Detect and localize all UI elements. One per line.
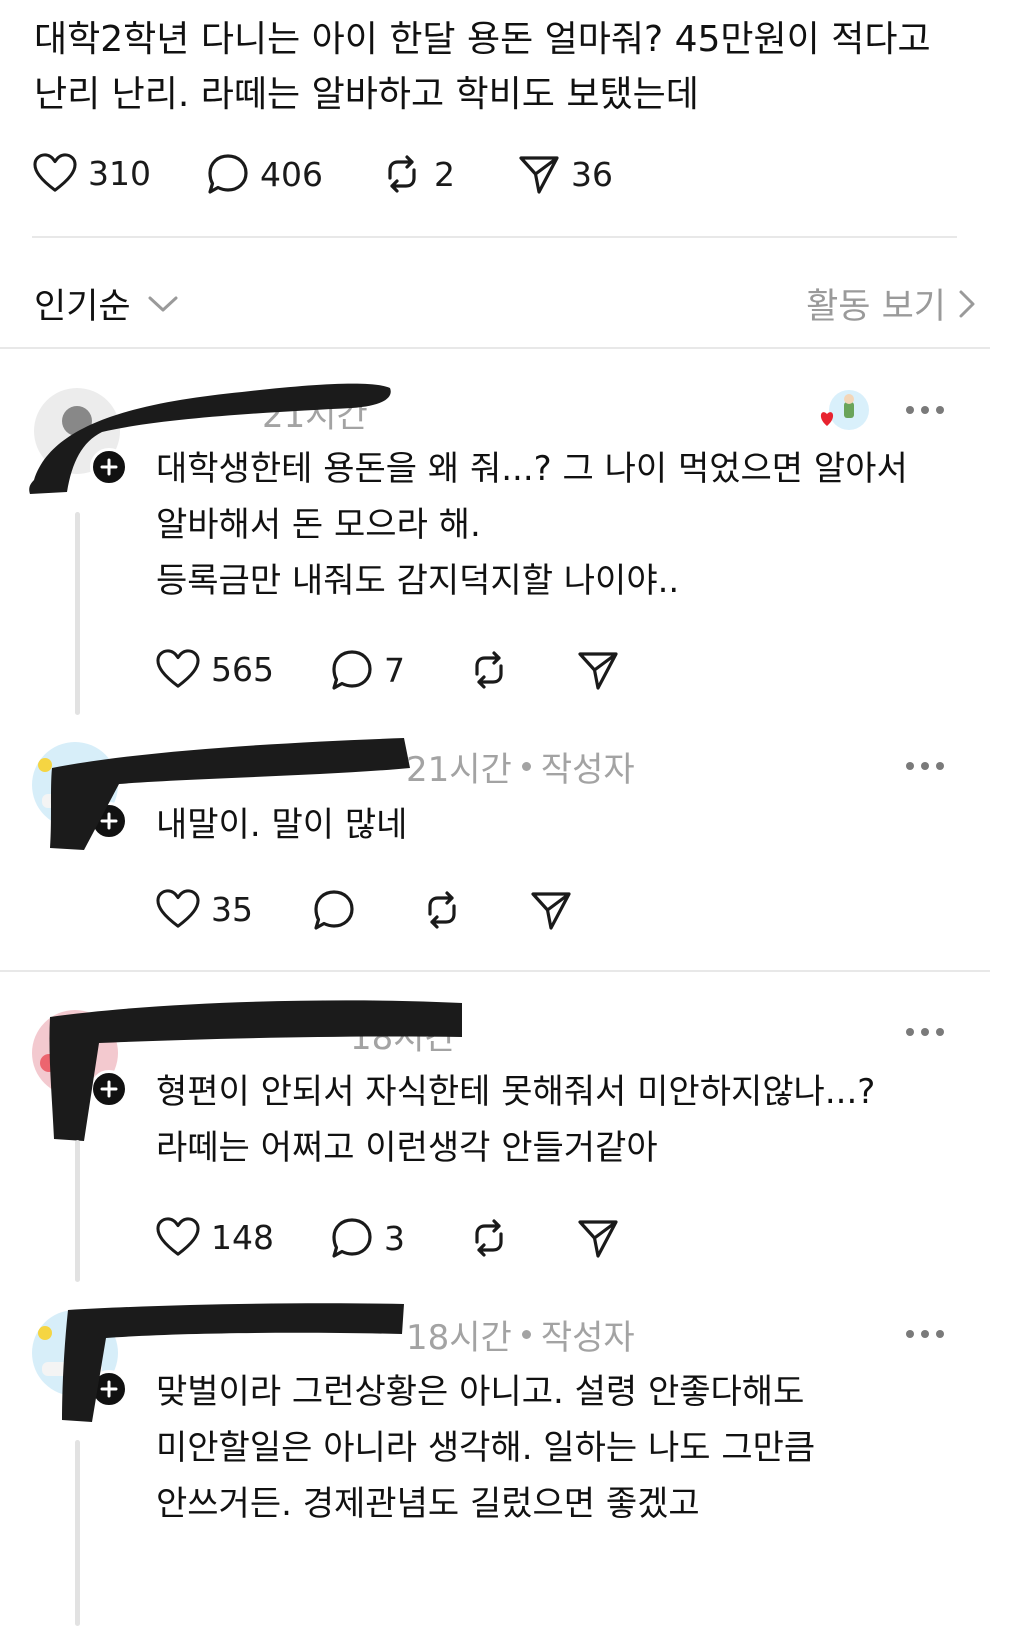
ellipsis-icon	[906, 762, 914, 770]
comment-timestamp: 18시간	[406, 1318, 512, 1358]
sort-dropdown[interactable]: 인기순	[34, 278, 179, 329]
post-repost-count: 2	[434, 154, 455, 194]
meta-separator	[521, 762, 531, 771]
speech-bubble-icon	[208, 154, 248, 194]
repost-arrows-icon	[475, 651, 503, 689]
divider	[0, 970, 990, 972]
comment-share-button[interactable]	[576, 648, 620, 692]
comment-reply-button[interactable]	[312, 888, 356, 932]
comment-more-button[interactable]	[906, 406, 944, 414]
comment-text-line: 대학생한테 용돈을 왜 줘...? 그 나이 먹었으면 알아서	[156, 449, 908, 489]
comment-reply-count: 3	[384, 1218, 405, 1258]
comment-like-button[interactable]: 565	[155, 648, 274, 690]
comment-more-button[interactable]	[906, 1028, 944, 1036]
heart-outline-icon	[156, 649, 200, 688]
comment-like-button[interactable]: 148	[155, 1216, 274, 1258]
comment-repost-button[interactable]	[467, 648, 511, 692]
comment-text-line: 내말이. 말이 많네	[156, 805, 408, 845]
comment-timestamp: 21시간	[406, 750, 512, 790]
divider	[32, 236, 957, 238]
paper-plane-icon	[578, 652, 618, 690]
post-repost-button[interactable]: 2	[380, 152, 455, 196]
comment-more-button[interactable]	[906, 1330, 944, 1338]
comment-text-line: 형편이 안되서 자식한테 못해줘서 미안하지않나...?	[156, 1072, 876, 1112]
repost-arrows-icon	[388, 155, 416, 193]
comment-text-line: 맞벌이라 그런상황은 아니고. 설령 안좋다해도	[156, 1372, 805, 1412]
activity-label: 활동 보기	[806, 287, 946, 327]
paper-plane-icon	[519, 156, 559, 194]
comment-text-line: 안쓰거든. 경제관념도 길렀으면 좋겠고	[156, 1484, 700, 1524]
post-text-line: 난리 난리. 라떼는 알바하고 학비도 보탰는데	[34, 74, 699, 115]
comment-reply-count: 7	[384, 650, 405, 690]
ellipsis-icon	[906, 406, 914, 414]
thread-line	[75, 512, 80, 715]
comment-text-line: 라떼는 어쩌고 이런생각 안들거같아	[156, 1128, 658, 1168]
comment-share-button[interactable]	[576, 1216, 620, 1260]
ellipsis-icon	[906, 1028, 914, 1036]
chevron-down-icon	[148, 296, 178, 311]
comment-text-line: 등록금만 내줘도 감지덕지할 나이야..	[156, 561, 680, 601]
comment-reply-button[interactable]: 7	[330, 648, 405, 692]
post-like-count: 310	[88, 153, 151, 193]
comment-share-button[interactable]	[529, 888, 573, 932]
paper-plane-icon	[531, 892, 571, 930]
author-badge: 작성자	[540, 750, 635, 790]
post-reply-count: 406	[260, 154, 323, 194]
chevron-right-icon	[959, 290, 975, 317]
speech-bubble-icon	[332, 1218, 372, 1258]
post-share-button[interactable]: 36	[517, 152, 613, 196]
activity-link[interactable]: 활동 보기	[806, 278, 976, 329]
post-text-line: 대학2학년 다니는 아이 한달 용돈 얼마줘? 45만원이 적다고	[34, 19, 931, 60]
comment-repost-button[interactable]	[420, 888, 464, 932]
comment-like-count: 35	[211, 889, 253, 929]
post-reply-button[interactable]: 406	[206, 152, 323, 196]
comment-body: 내말이. 말이 많네	[156, 797, 407, 853]
speech-bubble-icon	[332, 650, 372, 690]
heart-outline-icon	[156, 1217, 200, 1256]
repost-arrows-icon	[475, 1219, 503, 1257]
comment-like-count: 565	[211, 649, 274, 689]
comment-repost-button[interactable]	[467, 1216, 511, 1260]
comment-meta: 21시간 작성자	[406, 742, 635, 791]
comment-text-line: 알바해서 돈 모으라 해.	[156, 505, 481, 545]
paper-plane-icon	[578, 1220, 618, 1258]
post-like-button[interactable]: 310	[32, 152, 151, 194]
author-badge: 작성자	[540, 1318, 635, 1358]
comment-body: 맞벌이라 그런상황은 아니고. 설령 안좋다해도 미안할일은 아니라 생각해. …	[156, 1364, 815, 1532]
thread-line	[75, 1140, 80, 1282]
heart-outline-icon	[33, 153, 77, 192]
speech-bubble-icon	[314, 890, 354, 930]
comment-like-button[interactable]: 35	[155, 888, 253, 930]
comment-body: 대학생한테 용돈을 왜 줘...? 그 나이 먹었으면 알아서 알바해서 돈 모…	[156, 441, 908, 609]
ellipsis-icon	[906, 1330, 914, 1338]
divider	[0, 347, 990, 349]
comment-more-button[interactable]	[906, 762, 944, 770]
heart-outline-icon	[156, 889, 200, 928]
post-share-count: 36	[571, 154, 613, 194]
comment-body: 형편이 안되서 자식한테 못해줘서 미안하지않나...? 라떼는 어쩌고 이런생…	[156, 1064, 875, 1176]
thread-line	[75, 1440, 80, 1626]
comment-meta: 18시간 작성자	[406, 1310, 635, 1359]
post-body: 대학2학년 다니는 아이 한달 용돈 얼마줘? 45만원이 적다고 난리 난리.…	[34, 12, 994, 122]
comment-reply-button[interactable]: 3	[330, 1216, 405, 1260]
sort-label: 인기순	[34, 287, 131, 327]
repost-arrows-icon	[428, 891, 456, 929]
reacted-avatar	[820, 390, 869, 430]
comment-text-line: 미안할일은 아니라 생각해. 일하는 나도 그만큼	[156, 1428, 816, 1468]
meta-separator	[521, 1330, 531, 1339]
comment-like-count: 148	[211, 1217, 274, 1257]
